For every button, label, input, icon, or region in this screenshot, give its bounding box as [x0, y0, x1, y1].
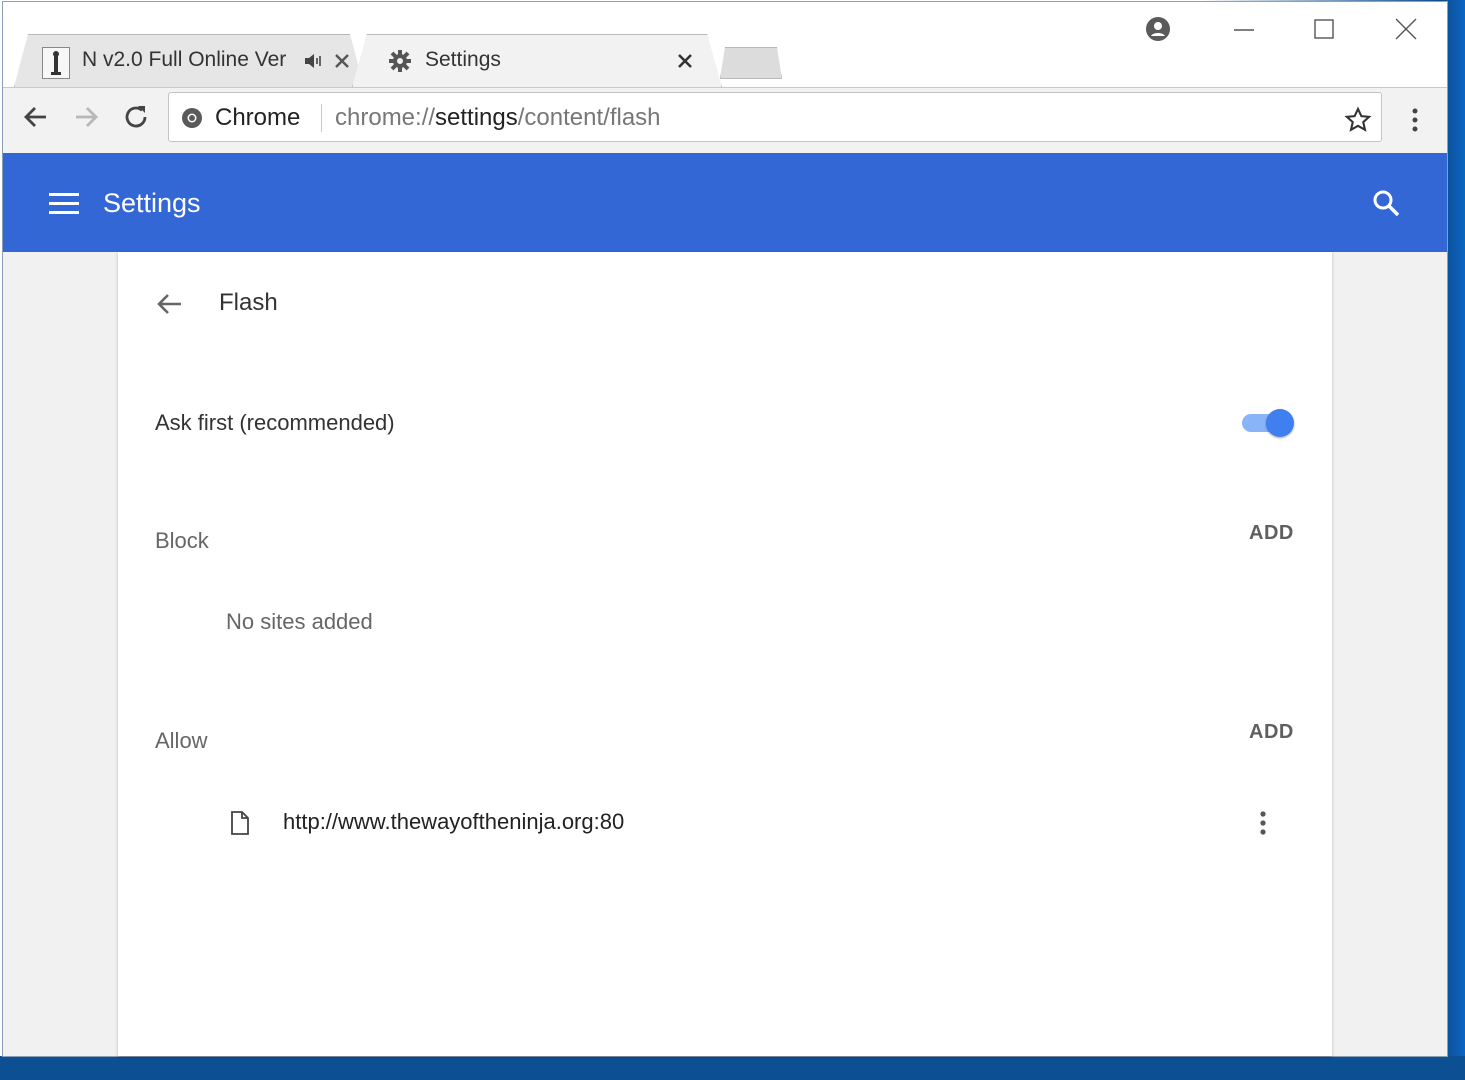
taskbar-edge — [0, 1056, 1465, 1080]
more-actions-icon[interactable] — [1253, 808, 1273, 838]
file-icon — [231, 811, 249, 835]
allowed-site-url: http://www.thewayoftheninja.org:80 — [283, 809, 625, 834]
chrome-logo-icon — [182, 108, 202, 128]
audio-playing-icon[interactable] — [302, 49, 326, 73]
url-host: settings — [435, 104, 518, 131]
ask-first-label: Ask first (recommended) — [155, 410, 395, 435]
gear-icon — [389, 50, 411, 72]
security-chip-label: Chrome — [215, 104, 301, 131]
back-icon[interactable] — [20, 101, 52, 133]
tab-settings-title: Settings — [425, 48, 501, 71]
hamburger-menu-icon[interactable] — [49, 191, 79, 217]
browser-menu-icon[interactable] — [1405, 106, 1425, 134]
block-add-button[interactable]: ADD — [1249, 522, 1294, 545]
block-empty-text: No sites added — [226, 609, 373, 634]
close-tab-icon[interactable] — [673, 49, 697, 73]
settings-header-title: Settings — [103, 188, 201, 218]
omnibox-separator — [321, 104, 322, 132]
url-scheme: chrome:// — [335, 104, 436, 131]
minimize-icon[interactable] — [1231, 16, 1257, 42]
maximize-icon[interactable] — [1311, 16, 1337, 42]
bookmark-star-icon[interactable] — [1344, 106, 1372, 134]
forward-icon[interactable] — [70, 101, 102, 133]
reload-icon[interactable] — [120, 101, 152, 133]
close-window-icon[interactable] — [1393, 16, 1419, 42]
back-arrow-icon[interactable] — [155, 289, 185, 319]
ask-first-toggle[interactable] — [1240, 408, 1296, 438]
profile-icon[interactable] — [1145, 16, 1171, 42]
close-tab-icon[interactable] — [330, 49, 354, 73]
tab-ninja-title: N v2.0 Full Online Ver — [82, 48, 287, 71]
allow-add-button[interactable]: ADD — [1249, 721, 1294, 744]
url-path: /content/flash — [517, 104, 661, 131]
allow-section-label: Allow — [155, 728, 208, 753]
new-tab-button[interactable] — [720, 47, 782, 79]
url-text[interactable]: chrome://settings/content/flash — [335, 104, 661, 132]
settings-card — [118, 252, 1332, 1056]
ninja-favicon-icon — [42, 47, 70, 79]
block-section-label: Block — [155, 528, 209, 553]
page-title: Flash — [219, 289, 278, 316]
search-icon[interactable] — [1370, 187, 1402, 219]
settings-header — [3, 153, 1447, 252]
toggle-knob — [1266, 409, 1294, 437]
